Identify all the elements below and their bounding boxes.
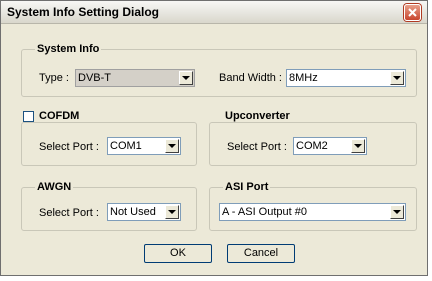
type-combobox[interactable]: DVB-T xyxy=(75,69,195,87)
chevron-down-icon[interactable] xyxy=(179,71,193,85)
cofdm-port-value: COM1 xyxy=(110,140,142,152)
cofdm-label: COFDM xyxy=(37,110,82,122)
chevron-down-icon[interactable] xyxy=(165,139,179,153)
cofdm-port-combobox[interactable]: COM1 xyxy=(107,137,181,155)
bandwidth-value: 8MHz xyxy=(289,72,318,84)
ok-button[interactable]: OK xyxy=(144,244,212,263)
upconverter-label: Upconverter xyxy=(223,110,292,122)
ok-button-label: OK xyxy=(170,247,186,259)
cofdm-port-label: Select Port : xyxy=(39,141,99,153)
asi-port-value: A - ASI Output #0 xyxy=(222,206,307,218)
type-value: DVB-T xyxy=(78,72,111,84)
cofdm-checkbox[interactable] xyxy=(23,111,34,122)
upconverter-port-label: Select Port : xyxy=(227,141,287,153)
cancel-button[interactable]: Cancel xyxy=(227,244,295,263)
title-bar[interactable]: System Info Setting Dialog xyxy=(1,1,427,24)
awgn-port-combobox[interactable]: Not Used xyxy=(107,203,181,221)
chevron-down-icon[interactable] xyxy=(390,205,404,219)
bandwidth-label: Band Width : xyxy=(219,72,282,84)
bandwidth-combobox[interactable]: 8MHz xyxy=(286,69,406,87)
close-icon xyxy=(408,8,417,17)
upconverter-port-combobox[interactable]: COM2 xyxy=(293,137,367,155)
chevron-down-icon[interactable] xyxy=(351,139,365,153)
system-info-label: System Info xyxy=(35,43,102,55)
upconverter-port-value: COM2 xyxy=(296,140,328,152)
close-button[interactable] xyxy=(404,4,421,21)
awgn-label: AWGN xyxy=(35,181,74,193)
cancel-button-label: Cancel xyxy=(243,247,279,259)
dialog-window: System Info Setting Dialog System Info T… xyxy=(0,0,428,276)
chevron-down-icon[interactable] xyxy=(165,205,179,219)
chevron-down-icon[interactable] xyxy=(390,71,404,85)
window-title: System Info Setting Dialog xyxy=(7,5,160,19)
type-label: Type : xyxy=(39,72,69,84)
asi-port-label: ASI Port xyxy=(223,181,271,193)
asi-port-combobox[interactable]: A - ASI Output #0 xyxy=(219,203,406,221)
awgn-port-value: Not Used xyxy=(110,206,156,218)
awgn-port-label: Select Port : xyxy=(39,207,99,219)
